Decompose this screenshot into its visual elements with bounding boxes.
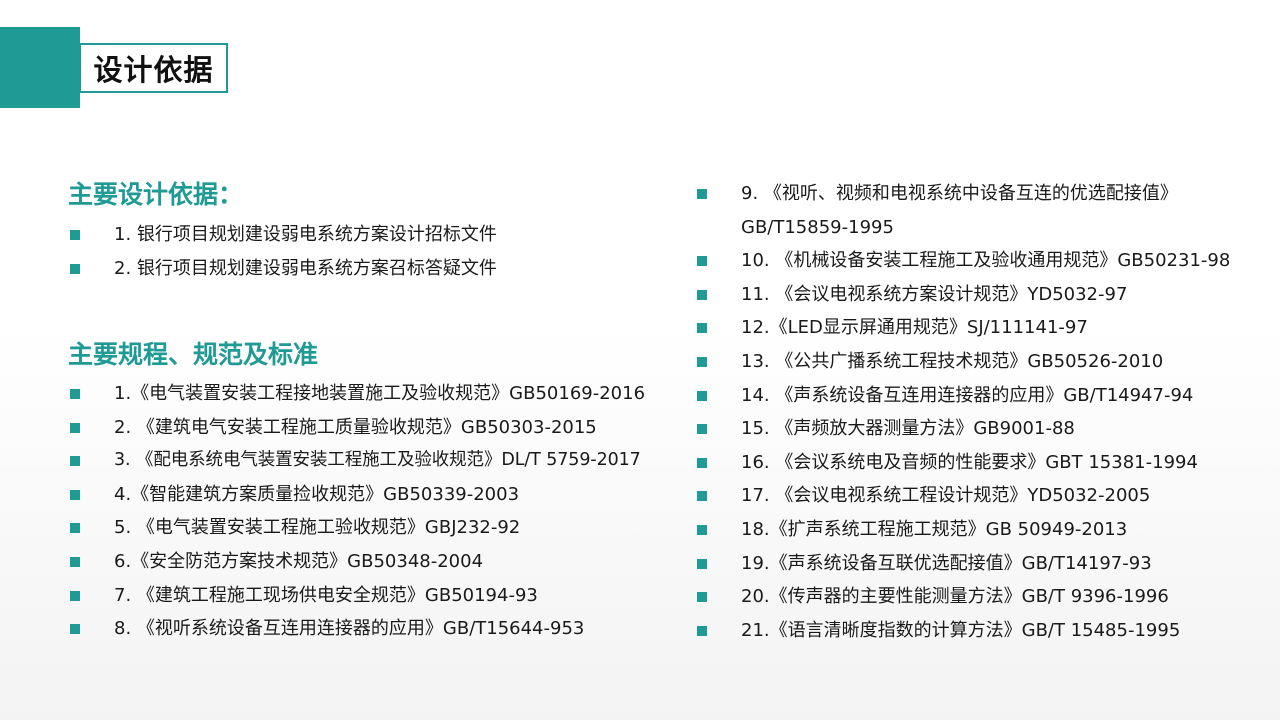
- list-item-text: 19.《声系统设备互联优选配接值》GB/T14197-93: [741, 552, 1152, 574]
- list-item-text: 12.《LED显示屏通用规范》SJ/111141-97: [741, 317, 1088, 339]
- list-item: 20.《传声器的主要性能测量方法》GB/T 9396-1996: [697, 580, 1267, 614]
- list-item: 5. 《电气装置安装工程施工验收规范》GBJ232-92: [70, 511, 680, 545]
- list-item: 17. 《会议电视系统工程设计规范》YD5032-2005: [697, 479, 1267, 513]
- page-title: 设计依据: [93, 53, 214, 87]
- list-item-text: 8. 《视听系统设备互连用连接器的应用》GB/T15644-953: [114, 618, 585, 640]
- square-bullet-icon: [697, 289, 707, 300]
- list-item-text: 9. 《视听、视频和电视系统中设备互连的优选配接值》: [741, 183, 1178, 204]
- square-bullet-icon: [70, 456, 80, 467]
- list-item-text: 2. 《建筑电气安装工程施工质量验收规范》GB50303-2015: [114, 416, 597, 438]
- list-item-text: 2. 银行项目规划建设弱电系统方案召标答疑文件: [114, 257, 497, 279]
- square-bullet-icon: [70, 489, 80, 500]
- list-item: 8. 《视听系统设备互连用连接器的应用》GB/T15644-953: [70, 612, 680, 646]
- list-item-text: 21.《语言清晰度指数的计算方法》GB/T 15485-1995: [741, 619, 1181, 641]
- square-bullet-icon: [70, 556, 80, 567]
- list-item-text: 7. 《建筑工程施工现场供电安全规范》GB50194-93: [114, 584, 538, 606]
- list-item-text: 14. 《声系统设备互连用连接器的应用》GB/T14947-94: [741, 384, 1194, 406]
- list-item-text: 3. 《配电系统电气装置安装工程施工及验收规范》DL/T 5759-2017: [114, 450, 641, 471]
- list-item: 2. 《建筑电气安装工程施工质量验收规范》GB50303-2015: [70, 411, 680, 445]
- square-bullet-icon: [697, 323, 707, 334]
- list-item-text: 1.《电气装置安装工程接地装置施工及验收规范》GB50169-2016: [114, 383, 646, 404]
- regulations-left-list: 1.《电气装置安装工程接地装置施工及验收规范》GB50169-2016 2. 《…: [70, 377, 680, 646]
- main-basis-heading: 主要设计依据：: [68, 180, 244, 209]
- list-item: 13. 《公共广播系统工程技术规范》GB50526-2010: [697, 345, 1267, 379]
- list-item: 14. 《声系统设备互连用连接器的应用》GB/T14947-94: [697, 379, 1267, 413]
- square-bullet-icon: [697, 524, 707, 535]
- list-item: 11. 《会议电视系统方案设计规范》YD5032-97: [697, 278, 1267, 312]
- square-bullet-icon: [70, 590, 80, 601]
- square-bullet-icon: [697, 390, 707, 401]
- list-item: 10. 《机械设备安装工程施工及验收通用规范》GB50231-98: [697, 244, 1267, 278]
- list-item: 4.《智能建筑方案质量捡收规范》GB50339-2003: [70, 478, 680, 512]
- list-item-text-continued: GB/T15859-1995: [741, 216, 894, 238]
- square-bullet-icon: [697, 189, 707, 199]
- square-bullet-icon: [697, 558, 707, 569]
- list-item: 9. 《视听、视频和电视系统中设备互连的优选配接值》 GB/T15859-199…: [697, 177, 1267, 244]
- list-item-text: 10. 《机械设备安装工程施工及验收通用规范》GB50231-98: [741, 250, 1231, 272]
- list-item: 1.《电气装置安装工程接地装置施工及验收规范》GB50169-2016: [70, 377, 680, 411]
- list-item-text: 18.《扩声系统工程施工规范》GB 50949-2013: [741, 518, 1128, 540]
- list-item-text: 4.《智能建筑方案质量捡收规范》GB50339-2003: [114, 483, 520, 505]
- list-item-text: 1. 银行项目规划建设弱电系统方案设计招标文件: [114, 224, 497, 245]
- list-item: 6.《安全防范方案技术规范》GB50348-2004: [70, 545, 680, 579]
- square-bullet-icon: [70, 263, 80, 274]
- list-item: 7. 《建筑工程施工现场供电安全规范》GB50194-93: [70, 579, 680, 613]
- square-bullet-icon: [697, 256, 707, 267]
- list-item: 3. 《配电系统电气装置安装工程施工及验收规范》DL/T 5759-2017: [70, 444, 680, 478]
- square-bullet-icon: [70, 230, 80, 240]
- square-bullet-icon: [697, 491, 707, 502]
- list-item: 19.《声系统设备互联优选配接值》GB/T14197-93: [697, 547, 1267, 581]
- square-bullet-icon: [697, 592, 707, 603]
- title-box: 设计依据: [79, 43, 228, 93]
- square-bullet-icon: [70, 422, 80, 433]
- regulations-right-list: 9. 《视听、视频和电视系统中设备互连的优选配接值》 GB/T15859-199…: [697, 177, 1267, 647]
- list-item-text: 5. 《电气装置安装工程施工验收规范》GBJ232-92: [114, 517, 521, 539]
- list-item: 1. 银行项目规划建设弱电系统方案设计招标文件: [70, 218, 680, 252]
- square-bullet-icon: [697, 424, 707, 435]
- list-item-text: 17. 《会议电视系统工程设计规范》YD5032-2005: [741, 485, 1151, 507]
- main-basis-list: 1. 银行项目规划建设弱电系统方案设计招标文件 2. 银行项目规划建设弱电系统方…: [70, 218, 680, 285]
- list-item: 18.《扩声系统工程施工规范》GB 50949-2013: [697, 513, 1267, 547]
- list-item-text: 20.《传声器的主要性能测量方法》GB/T 9396-1996: [741, 586, 1169, 608]
- list-item: 15. 《声频放大器测量方法》GB9001-88: [697, 412, 1267, 446]
- list-item-text: 11. 《会议电视系统方案设计规范》YD5032-97: [741, 283, 1128, 305]
- list-item: 21.《语言清晰度指数的计算方法》GB/T 15485-1995: [697, 614, 1267, 648]
- square-bullet-icon: [697, 356, 707, 367]
- list-item: 12.《LED显示屏通用规范》SJ/111141-97: [697, 311, 1267, 345]
- square-bullet-icon: [70, 389, 80, 399]
- regulations-heading: 主要规程、规范及标准: [68, 340, 319, 369]
- list-item-text: 6.《安全防范方案技术规范》GB50348-2004: [114, 550, 484, 572]
- list-item-text: 13. 《公共广播系统工程技术规范》GB50526-2010: [741, 350, 1164, 372]
- list-item-text: 15. 《声频放大器测量方法》GB9001-88: [741, 418, 1075, 440]
- square-bullet-icon: [697, 625, 707, 636]
- square-bullet-icon: [697, 457, 707, 468]
- square-bullet-icon: [70, 624, 80, 635]
- header-accent-block: [0, 27, 80, 108]
- list-item-text: 16. 《会议系统电及音频的性能要求》GBT 15381-1994: [741, 451, 1198, 473]
- list-item: 2. 银行项目规划建设弱电系统方案召标答疑文件: [70, 252, 680, 286]
- list-item: 16. 《会议系统电及音频的性能要求》GBT 15381-1994: [697, 446, 1267, 480]
- square-bullet-icon: [70, 523, 80, 534]
